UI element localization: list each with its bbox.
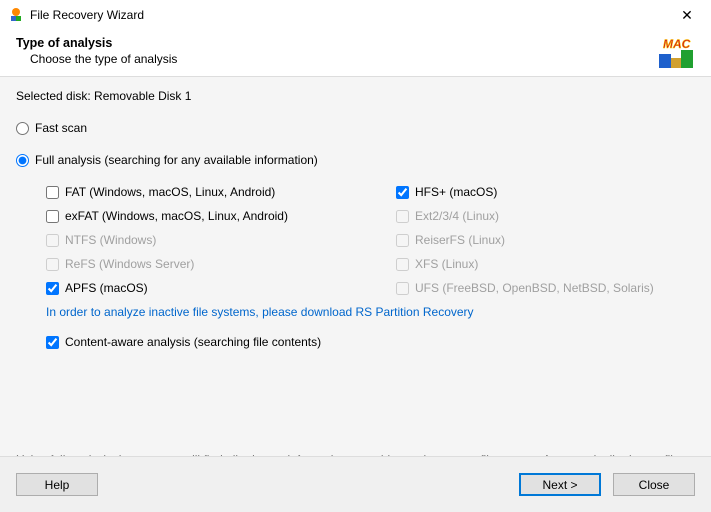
fs-ntfs: NTFS (Windows) bbox=[46, 233, 396, 247]
titlebar-left: File Recovery Wizard bbox=[8, 7, 144, 23]
fs-apfs-checkbox[interactable] bbox=[46, 282, 59, 295]
footer: Help Next > Close bbox=[0, 456, 711, 512]
selected-disk-label: Selected disk: Removable Disk 1 bbox=[16, 89, 695, 103]
fs-hfsplus-checkbox[interactable] bbox=[396, 186, 409, 199]
fs-apfs[interactable]: APFS (macOS) bbox=[46, 281, 396, 295]
fs-ext: Ext2/3/4 (Linux) bbox=[396, 209, 695, 223]
content-aware-checkbox[interactable] bbox=[46, 336, 59, 349]
fs-fat[interactable]: FAT (Windows, macOS, Linux, Android) bbox=[46, 185, 396, 199]
download-link[interactable]: In order to analyze inactive file system… bbox=[46, 305, 695, 319]
close-footer-button[interactable]: Close bbox=[613, 473, 695, 496]
fast-scan-radio[interactable] bbox=[16, 122, 29, 135]
help-button[interactable]: Help bbox=[16, 473, 98, 496]
window-title: File Recovery Wizard bbox=[30, 8, 144, 22]
header-title: Type of analysis bbox=[16, 36, 695, 50]
fs-exfat-checkbox[interactable] bbox=[46, 210, 59, 223]
full-analysis-option[interactable]: Full analysis (searching for any availab… bbox=[16, 153, 695, 167]
header-area: Type of analysis Choose the type of anal… bbox=[0, 30, 711, 76]
fs-ufs-checkbox bbox=[396, 282, 409, 295]
filesystem-grid: FAT (Windows, macOS, Linux, Android) HFS… bbox=[46, 185, 695, 295]
fs-reiserfs: ReiserFS (Linux) bbox=[396, 233, 695, 247]
footer-right: Next > Close bbox=[519, 473, 695, 496]
next-button[interactable]: Next > bbox=[519, 473, 601, 496]
app-icon bbox=[8, 7, 24, 23]
fs-exfat[interactable]: exFAT (Windows, macOS, Linux, Android) bbox=[46, 209, 396, 223]
fs-reiserfs-checkbox bbox=[396, 234, 409, 247]
full-analysis-label: Full analysis (searching for any availab… bbox=[35, 153, 318, 167]
header-subtitle: Choose the type of analysis bbox=[16, 52, 695, 66]
fs-xfs: XFS (Linux) bbox=[396, 257, 695, 271]
content-aware-option[interactable]: Content-aware analysis (searching file c… bbox=[46, 335, 695, 349]
fs-fat-checkbox[interactable] bbox=[46, 186, 59, 199]
fs-hfsplus[interactable]: HFS+ (macOS) bbox=[396, 185, 695, 199]
fs-ext-checkbox bbox=[396, 210, 409, 223]
full-analysis-radio[interactable] bbox=[16, 154, 29, 167]
mac-logo-icon: MAC bbox=[655, 30, 697, 72]
titlebar: File Recovery Wizard ✕ bbox=[0, 0, 711, 30]
close-icon: ✕ bbox=[681, 7, 693, 24]
fs-ufs: UFS (FreeBSD, OpenBSD, NetBSD, Solaris) bbox=[396, 281, 695, 295]
fs-refs-checkbox bbox=[46, 258, 59, 271]
fs-refs: ReFS (Windows Server) bbox=[46, 257, 396, 271]
fast-scan-label: Fast scan bbox=[35, 121, 87, 135]
fast-scan-option[interactable]: Fast scan bbox=[16, 121, 695, 135]
body-area: Selected disk: Removable Disk 1 Fast sca… bbox=[0, 76, 711, 440]
fs-ntfs-checkbox bbox=[46, 234, 59, 247]
fs-xfs-checkbox bbox=[396, 258, 409, 271]
close-button[interactable]: ✕ bbox=[665, 0, 709, 30]
content-aware-label: Content-aware analysis (searching file c… bbox=[65, 335, 321, 349]
svg-text:MAC: MAC bbox=[663, 37, 691, 51]
